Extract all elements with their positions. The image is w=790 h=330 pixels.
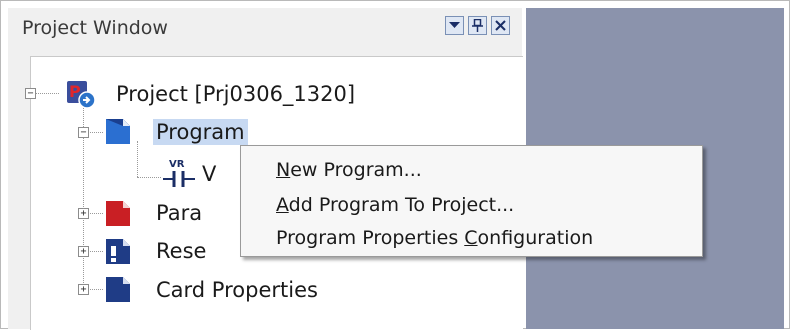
tree-item-program[interactable]: Program [153,119,248,145]
project-icon: P [67,81,96,109]
tree-line [137,141,138,177]
program-folder-icon [106,119,130,144]
menu-item-program-properties[interactable]: Program Properties Configuration [276,226,593,250]
panel-titlebar: Project Window [8,8,522,46]
tree-item-program-child[interactable]: V [199,161,219,187]
dropdown-button[interactable] [445,16,464,35]
tree-line [83,93,84,289]
collapse-glyph: − [27,88,34,99]
menu-item-add-program[interactable]: Add Program To Project... [276,193,514,217]
close-icon [495,20,506,31]
tree-expander[interactable]: − [25,88,36,99]
tree-expander[interactable]: + [78,284,89,295]
tree-expander[interactable]: − [78,127,89,138]
reserved-icon [106,239,130,264]
tree-item-parameter[interactable]: Para [153,200,205,226]
tree-item-project[interactable]: Project [Prj0306_1320] [113,81,358,107]
dropdown-arrow-icon [449,22,460,28]
collapse-glyph: − [80,127,87,138]
pin-icon [472,19,483,32]
panel-title: Project Window [22,17,168,39]
tree-expander[interactable]: + [78,246,89,257]
context-menu: New Program... Add Program To Project...… [240,145,703,257]
menu-item-post: dd Program To Project... [288,194,515,216]
expand-glyph: + [80,246,87,257]
ladder-contact-icon: VR [163,159,195,187]
close-button[interactable] [491,16,510,35]
tree-expander[interactable]: + [78,208,89,219]
ladder-icon-text: VR [169,159,185,170]
tree-item-reserved[interactable]: Rese [153,238,209,264]
pin-button[interactable] [468,16,487,35]
menu-item-mnemonic: A [276,194,289,216]
expand-glyph: + [80,284,87,295]
menu-item-post: ew Program... [290,159,422,181]
parameter-icon [106,201,130,226]
tree-item-card-properties[interactable]: Card Properties [153,277,321,303]
card-icon [106,277,130,302]
tree-line [137,177,161,178]
menu-item-pre: Program Properties [276,227,465,249]
menu-item-mnemonic: N [276,159,291,181]
menu-item-post: onfiguration [477,227,594,249]
menu-item-mnemonic: C [464,227,478,249]
menu-item-new-program[interactable]: New Program... [276,158,422,182]
expand-glyph: + [80,208,87,219]
